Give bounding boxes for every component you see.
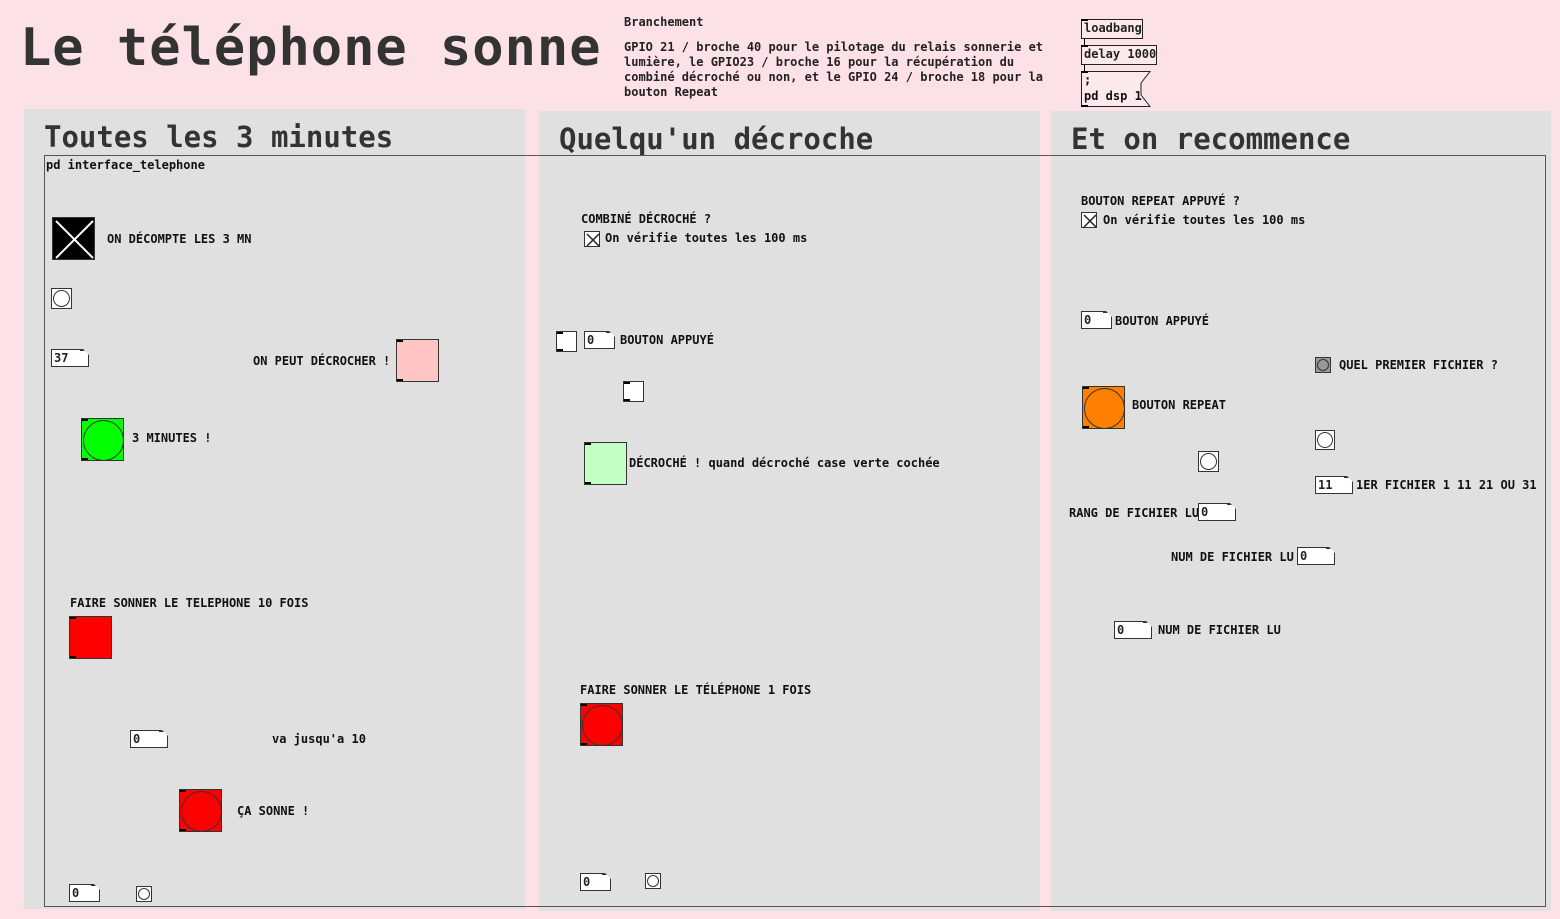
repeat-button-label: BOUTON REPEAT: [1132, 398, 1226, 412]
small-toggle[interactable]: [623, 381, 644, 402]
page-title: Le téléphone sonne: [20, 18, 602, 78]
three-minutes-label: 3 MINUTES !: [132, 431, 212, 445]
first-file-bang[interactable]: [1315, 357, 1331, 373]
bang-circle: [582, 705, 623, 746]
bottom-number-box[interactable]: 0: [69, 884, 100, 902]
subpatch-window: [44, 155, 1546, 907]
loadbang-object[interactable]: loadbang: [1081, 19, 1143, 39]
first-file-number-box[interactable]: 11: [1315, 476, 1353, 494]
delay-object[interactable]: delay 1000: [1081, 45, 1157, 65]
picked-up-indicator[interactable]: [584, 442, 627, 485]
x-mark-icon: [55, 220, 94, 259]
bang-circle: [181, 791, 222, 832]
branchement-heading: Branchement: [624, 15, 704, 29]
bang-circle: [83, 420, 124, 461]
x-mark-icon: [586, 233, 600, 247]
first-file-question-label: QUEL PREMIER FICHIER ?: [1339, 358, 1498, 372]
ring1-bang[interactable]: [580, 703, 623, 746]
repeat-button-pressed-label: BOUTON APPUYÉ: [1115, 314, 1209, 328]
first-file-options-label: 1ER FICHIER 1 11 21 OU 31: [1356, 478, 1537, 492]
panel-right-title: Et on recommence: [1071, 122, 1351, 156]
middle-bottom-number-box[interactable]: 0: [580, 873, 611, 891]
branchement-line-4: bouton Repeat: [624, 85, 718, 99]
repeat-bang[interactable]: [1082, 386, 1125, 429]
upto10-label: va jusqu'a 10: [272, 732, 366, 746]
ring-counter-number-box[interactable]: 0: [130, 730, 168, 748]
x-mark-icon: [1083, 214, 1097, 228]
ring10-label: FAIRE SONNER LE TELEPHONE 10 FOIS: [70, 596, 309, 610]
branchement-line-1: GPIO 21 / broche 40 pour le pilotage du …: [624, 40, 1044, 54]
button-pressed-label: BOUTON APPUYÉ: [620, 333, 714, 347]
check-toggle[interactable]: [584, 231, 600, 247]
picked-up-label: DÉCROCHÉ ! quand décroché case verte coc…: [629, 456, 940, 470]
ring10-button[interactable]: [69, 616, 112, 659]
repeat-check100-label: On vérifie toutes les 100 ms: [1103, 213, 1306, 227]
message-line-2: pd dsp 1: [1084, 89, 1142, 103]
bang-button[interactable]: [51, 288, 72, 309]
rank-number-box[interactable]: 0: [1198, 503, 1236, 521]
countdown-toggle[interactable]: [52, 217, 95, 260]
ring1-label: FAIRE SONNER LE TÉLÉPHONE 1 FOIS: [580, 683, 812, 697]
subpatch-label: pd interface_telephone: [46, 158, 205, 172]
handset-question-label: COMBINÉ DÉCROCHÉ ?: [581, 212, 712, 226]
panel-middle-title: Quelqu'un décroche: [559, 122, 874, 156]
bang-circle: [1084, 388, 1125, 429]
rank-read-label: RANG DE FICHIER LU: [1069, 506, 1200, 520]
repeat-question-label: BOUTON REPEAT APPUYÉ ?: [1081, 194, 1240, 208]
ringing-bang[interactable]: [179, 789, 222, 832]
can-pickup-label: ON PEUT DÉCROCHER !: [253, 354, 391, 368]
repeat-button-number-box[interactable]: 0: [1081, 311, 1112, 329]
branchement-line-2: lumière, le GPIO23 / broche 16 pour la r…: [624, 55, 1015, 69]
button-number-box[interactable]: 0: [584, 331, 615, 349]
countdown-label: ON DÉCOMPTE LES 3 MN: [107, 232, 252, 246]
handset-toggle[interactable]: [556, 331, 577, 352]
middle-bottom-bang[interactable]: [645, 873, 661, 889]
can-pickup-indicator[interactable]: [396, 339, 439, 382]
num-read-label: NUM DE FICHIER LU: [1171, 550, 1294, 564]
minutes-number-box[interactable]: 37: [51, 349, 89, 367]
dsp-message-box[interactable]: ; pd dsp 1: [1081, 71, 1151, 107]
ringing-label: ÇA SONNE !: [237, 804, 310, 818]
bang-button[interactable]: [1198, 451, 1219, 472]
check100-label: On vérifie toutes les 100 ms: [605, 231, 808, 245]
three-minutes-bang[interactable]: [81, 418, 124, 461]
repeat-check-toggle[interactable]: [1081, 212, 1097, 228]
num2-number-box[interactable]: 0: [1114, 621, 1152, 639]
bang-button[interactable]: [1315, 430, 1335, 450]
num-number-box[interactable]: 0: [1297, 547, 1335, 565]
bottom-bang[interactable]: [136, 886, 152, 902]
branchement-line-3: combiné décroché ou non, et le GPIO 24 /…: [624, 70, 1044, 84]
message-line-1: ;: [1084, 73, 1092, 87]
panel-left-title: Toutes les 3 minutes: [44, 120, 394, 154]
num-read2-label: NUM DE FICHIER LU: [1158, 623, 1281, 637]
